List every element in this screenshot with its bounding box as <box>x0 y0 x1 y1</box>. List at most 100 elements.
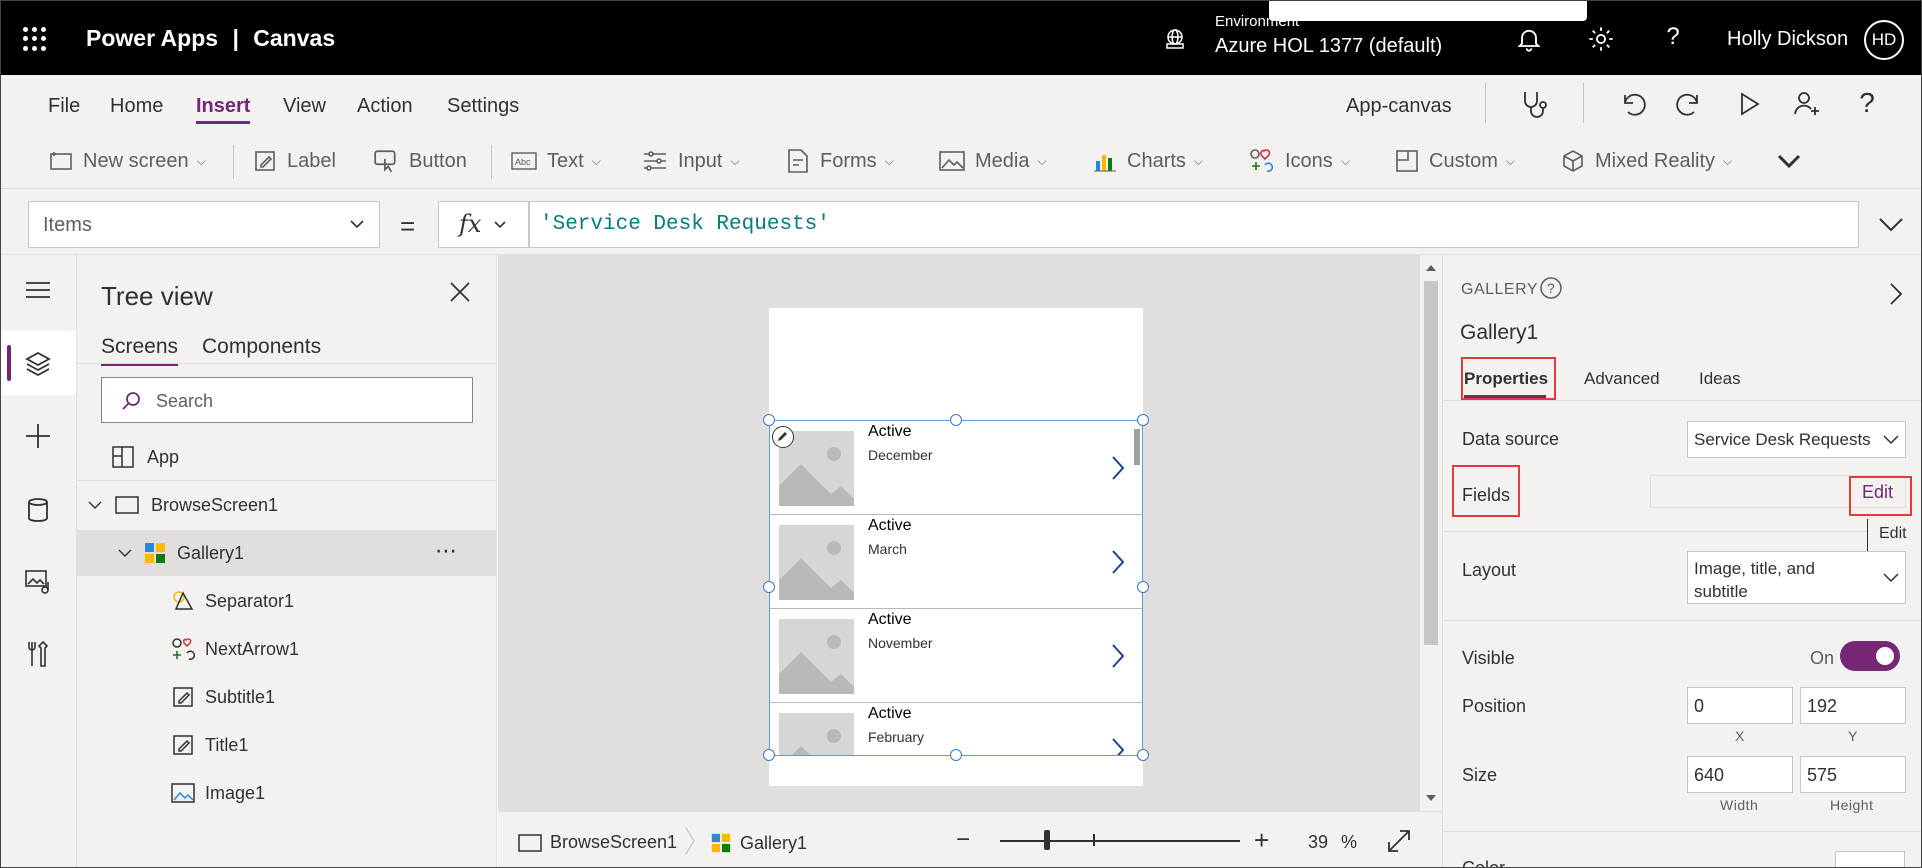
chevron-down-icon[interactable] <box>87 497 103 513</box>
help-icon[interactable]: ? <box>1850 87 1884 121</box>
chevron-right-icon[interactable] <box>1110 643 1126 669</box>
formula-input[interactable]: 'Service Desk Requests' <box>529 201 1859 248</box>
tab-components[interactable]: Components <box>202 335 321 359</box>
layout-dropdown[interactable]: Image, title, and subtitle <box>1687 551 1906 604</box>
more-options-icon[interactable]: ⋯ <box>435 538 457 564</box>
chevron-right-icon[interactable] <box>1110 737 1126 756</box>
new-screen-button[interactable]: New screen ⌵ <box>49 147 206 175</box>
tree-node-nextarrow1[interactable]: NextArrow1 <box>77 626 497 672</box>
undo-icon[interactable] <box>1615 87 1649 121</box>
gallery-scrollbar[interactable] <box>1134 429 1140 465</box>
position-x-input[interactable]: 0 <box>1687 687 1793 724</box>
gallery-control[interactable]: Active December Active March Active Nove… <box>769 420 1143 756</box>
tools-icon[interactable] <box>23 639 53 669</box>
chevron-right-icon[interactable] <box>1887 281 1905 307</box>
environment-icon[interactable] <box>1163 27 1187 51</box>
environment-name[interactable]: Azure HOL 1377 (default) <box>1215 35 1442 58</box>
share-user-icon[interactable] <box>1790 87 1824 121</box>
database-icon[interactable] <box>23 495 53 525</box>
tree-node-subtitle1[interactable]: Subtitle1 <box>77 674 497 720</box>
scroll-up-icon[interactable] <box>1425 263 1437 273</box>
gear-icon[interactable] <box>1587 25 1615 53</box>
fit-to-window-icon[interactable] <box>1386 828 1412 854</box>
breadcrumb-screen[interactable]: BrowseScreen1 <box>518 832 677 853</box>
tree-node-app[interactable]: App <box>77 434 497 480</box>
control-name[interactable]: Gallery1 <box>1460 321 1538 345</box>
color-picker[interactable] <box>1835 851 1905 867</box>
app-canvas-name[interactable]: App-canvas <box>1346 95 1452 118</box>
app-launcher-icon[interactable] <box>23 27 47 51</box>
data-source-dropdown[interactable]: Service Desk Requests <box>1687 421 1906 458</box>
menu-action[interactable]: Action <box>357 95 413 118</box>
chevron-down-icon[interactable] <box>1775 151 1803 171</box>
menu-view[interactable]: View <box>283 95 326 118</box>
redo-icon[interactable] <box>1673 87 1707 121</box>
tree-node-title1[interactable]: Title1 <box>77 722 497 768</box>
size-height-input[interactable]: 575 <box>1800 756 1906 793</box>
resize-handle[interactable] <box>763 414 775 426</box>
menu-insert[interactable]: Insert <box>196 95 251 124</box>
tab-screens[interactable]: Screens <box>101 335 179 366</box>
custom-button[interactable]: Custom ⌵ <box>1395 147 1515 175</box>
edit-gallery-icon[interactable] <box>772 426 794 448</box>
stethoscope-icon[interactable] <box>1516 87 1550 121</box>
chevron-down-icon[interactable] <box>117 545 133 561</box>
tree-node-gallery1[interactable]: Gallery1 ⋯ <box>77 530 497 576</box>
menu-home[interactable]: Home <box>110 95 163 118</box>
resize-handle[interactable] <box>763 581 775 593</box>
media-library-icon[interactable] <box>23 567 53 597</box>
icons-button[interactable]: Icons ⌵ <box>1249 147 1350 175</box>
resize-handle[interactable] <box>1137 581 1149 593</box>
visible-toggle[interactable] <box>1840 641 1900 671</box>
menu-file[interactable]: File <box>48 95 80 118</box>
scroll-down-icon[interactable] <box>1425 793 1437 803</box>
avatar[interactable]: HD <box>1864 20 1904 60</box>
hamburger-icon[interactable] <box>23 275 53 305</box>
tab-advanced[interactable]: Advanced <box>1584 369 1660 389</box>
zoom-slider[interactable] <box>1000 840 1240 842</box>
tree-node-browsescreen1[interactable]: BrowseScreen1 <box>77 482 497 528</box>
bell-icon[interactable] <box>1515 25 1543 53</box>
tab-ideas[interactable]: Ideas <box>1699 369 1741 389</box>
property-dropdown[interactable]: Items <box>28 201 380 248</box>
resize-handle[interactable] <box>950 414 962 426</box>
function-button[interactable]: fx <box>438 201 529 248</box>
gallery-item[interactable]: Active December <box>770 421 1142 515</box>
play-icon[interactable] <box>1732 87 1766 121</box>
forms-button[interactable]: Forms ⌵ <box>786 147 894 175</box>
size-width-input[interactable]: 640 <box>1687 756 1793 793</box>
text-button[interactable]: Abc Text ⌵ <box>511 147 601 175</box>
resize-handle[interactable] <box>763 749 775 761</box>
resize-handle[interactable] <box>1137 749 1149 761</box>
mixed-reality-button[interactable]: Mixed Reality ⌵ <box>1561 147 1732 175</box>
resize-handle[interactable] <box>1137 414 1149 426</box>
charts-button[interactable]: Charts ⌵ <box>1093 147 1203 175</box>
gallery-item[interactable]: Active March <box>770 515 1142 609</box>
expand-formula-icon[interactable] <box>1876 209 1906 239</box>
help-icon[interactable]: ? <box>1659 23 1687 51</box>
media-button[interactable]: Media ⌵ <box>939 147 1047 175</box>
resize-handle[interactable] <box>950 749 962 761</box>
gallery-item[interactable]: Active November <box>770 609 1142 703</box>
tree-node-separator1[interactable]: Separator1 <box>77 578 497 624</box>
button-button[interactable]: Button <box>373 147 467 175</box>
chevron-right-icon[interactable] <box>1110 549 1126 575</box>
menu-settings[interactable]: Settings <box>447 95 519 118</box>
close-icon[interactable] <box>447 279 473 305</box>
tree-node-image1[interactable]: Image1 <box>77 770 497 816</box>
search-input[interactable]: Search <box>101 377 473 423</box>
position-y-input[interactable]: 192 <box>1800 687 1906 724</box>
user-name[interactable]: Holly Dickson <box>1727 28 1848 51</box>
scrollbar-thumb[interactable] <box>1424 281 1438 645</box>
zoom-out-button[interactable]: − <box>956 826 970 854</box>
chevron-right-icon[interactable] <box>1110 455 1126 481</box>
input-button[interactable]: Input ⌵ <box>642 147 740 175</box>
label-button[interactable]: Label <box>253 147 336 175</box>
breadcrumb-control[interactable]: Gallery1 <box>710 832 807 854</box>
zoom-in-button[interactable]: + <box>1254 825 1269 856</box>
help-icon[interactable]: ? <box>1538 275 1564 301</box>
zoom-slider-thumb[interactable] <box>1044 830 1050 850</box>
plus-icon[interactable] <box>23 421 53 451</box>
layers-icon[interactable] <box>23 349 53 379</box>
canvas-scrollbar[interactable] <box>1420 255 1442 811</box>
